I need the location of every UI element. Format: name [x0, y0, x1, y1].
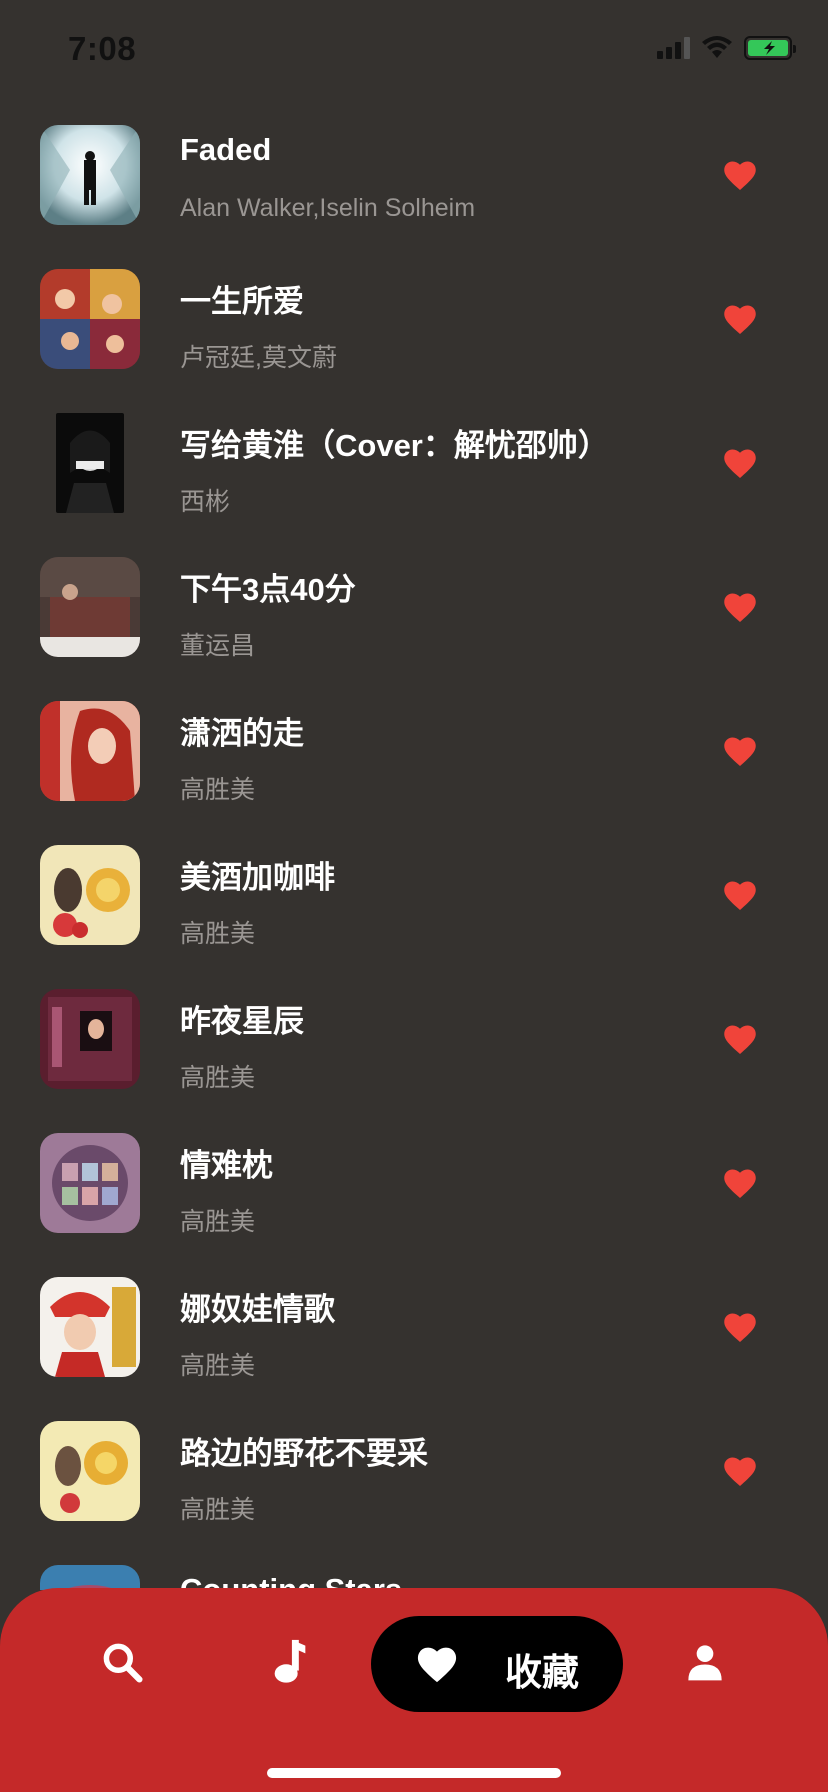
song-artist: 高胜美: [180, 1064, 256, 1092]
song-title: 昨夜星辰: [180, 1004, 304, 1039]
heart-icon[interactable]: [722, 1454, 758, 1488]
song-title: 一生所爱: [180, 284, 304, 319]
song-title: 美酒加咖啡: [180, 860, 335, 895]
song-row[interactable]: 下午3点40分 董运昌: [0, 542, 828, 686]
song-title: 情难枕: [180, 1148, 273, 1183]
album-cover: [40, 125, 140, 225]
status-bar: 7:08: [0, 0, 828, 100]
status-time: 7:08: [68, 30, 137, 67]
song-artist: 卢冠廷,莫文蔚: [180, 344, 337, 372]
song-title: 下午3点40分: [180, 572, 356, 607]
person-icon[interactable]: [684, 1642, 726, 1682]
song-artist: 高胜美: [180, 1208, 256, 1236]
song-row[interactable]: 娜奴娃情歌 高胜美: [0, 1262, 828, 1406]
song-list[interactable]: Faded Alan Walker,Iselin Solheim 一生所爱 卢冠…: [0, 110, 828, 1590]
song-title: 潇洒的走: [180, 716, 304, 751]
heart-icon[interactable]: [722, 446, 758, 480]
tab-favorites[interactable]: 收藏: [371, 1616, 623, 1712]
heart-icon[interactable]: [722, 734, 758, 768]
heart-icon[interactable]: [722, 1310, 758, 1344]
heart-icon[interactable]: [722, 590, 758, 624]
status-icons: [657, 36, 796, 60]
heart-icon[interactable]: [722, 1166, 758, 1200]
album-cover: [40, 1421, 140, 1521]
song-artist: 董运昌: [180, 632, 256, 660]
song-row[interactable]: 情难枕 高胜美: [0, 1118, 828, 1262]
heart-icon[interactable]: [722, 158, 758, 192]
album-cover: [40, 557, 140, 657]
song-title: 路边的野花不要采: [180, 1436, 428, 1471]
song-title: Faded: [180, 132, 272, 167]
song-artist: 西彬: [180, 488, 231, 516]
song-row[interactable]: Counting Stars: [0, 1550, 828, 1590]
tab-favorites-label: 收藏: [505, 1652, 579, 1693]
song-row[interactable]: 潇洒的走 高胜美: [0, 686, 828, 830]
search-icon[interactable]: [100, 1640, 144, 1684]
album-cover: [56, 413, 124, 513]
bottom-tab-bar: 收藏: [0, 1588, 828, 1792]
album-cover: [40, 989, 140, 1089]
album-cover: [40, 701, 140, 801]
song-row[interactable]: 昨夜星辰 高胜美: [0, 974, 828, 1118]
heart-icon: [417, 1647, 457, 1683]
music-note-icon[interactable]: [272, 1638, 308, 1684]
song-artist: 高胜美: [180, 776, 256, 804]
battery-icon: [744, 36, 796, 60]
song-title: 写给黄淮（Cover：解忧邵帅）: [180, 428, 609, 463]
song-artist: Alan Walker,Iselin Solheim: [180, 194, 476, 222]
album-cover: [40, 1133, 140, 1233]
home-indicator: [267, 1768, 561, 1778]
song-row[interactable]: 写给黄淮（Cover：解忧邵帅） 西彬: [0, 398, 828, 542]
album-cover: [40, 269, 140, 369]
song-row[interactable]: 一生所爱 卢冠廷,莫文蔚: [0, 254, 828, 398]
song-row[interactable]: 路边的野花不要采 高胜美: [0, 1406, 828, 1550]
song-artist: 高胜美: [180, 1496, 256, 1524]
heart-icon[interactable]: [722, 878, 758, 912]
signal-icon: [657, 37, 690, 59]
song-row[interactable]: 美酒加咖啡 高胜美: [0, 830, 828, 974]
album-cover: [40, 845, 140, 945]
album-cover: [40, 1565, 140, 1590]
song-row[interactable]: Faded Alan Walker,Iselin Solheim: [0, 110, 828, 254]
heart-icon[interactable]: [722, 1022, 758, 1056]
song-title: 娜奴娃情歌: [180, 1292, 335, 1327]
song-artist: 高胜美: [180, 920, 256, 948]
heart-icon[interactable]: [722, 302, 758, 336]
wifi-icon: [702, 36, 732, 58]
album-cover: [40, 1277, 140, 1377]
song-artist: 高胜美: [180, 1352, 256, 1380]
